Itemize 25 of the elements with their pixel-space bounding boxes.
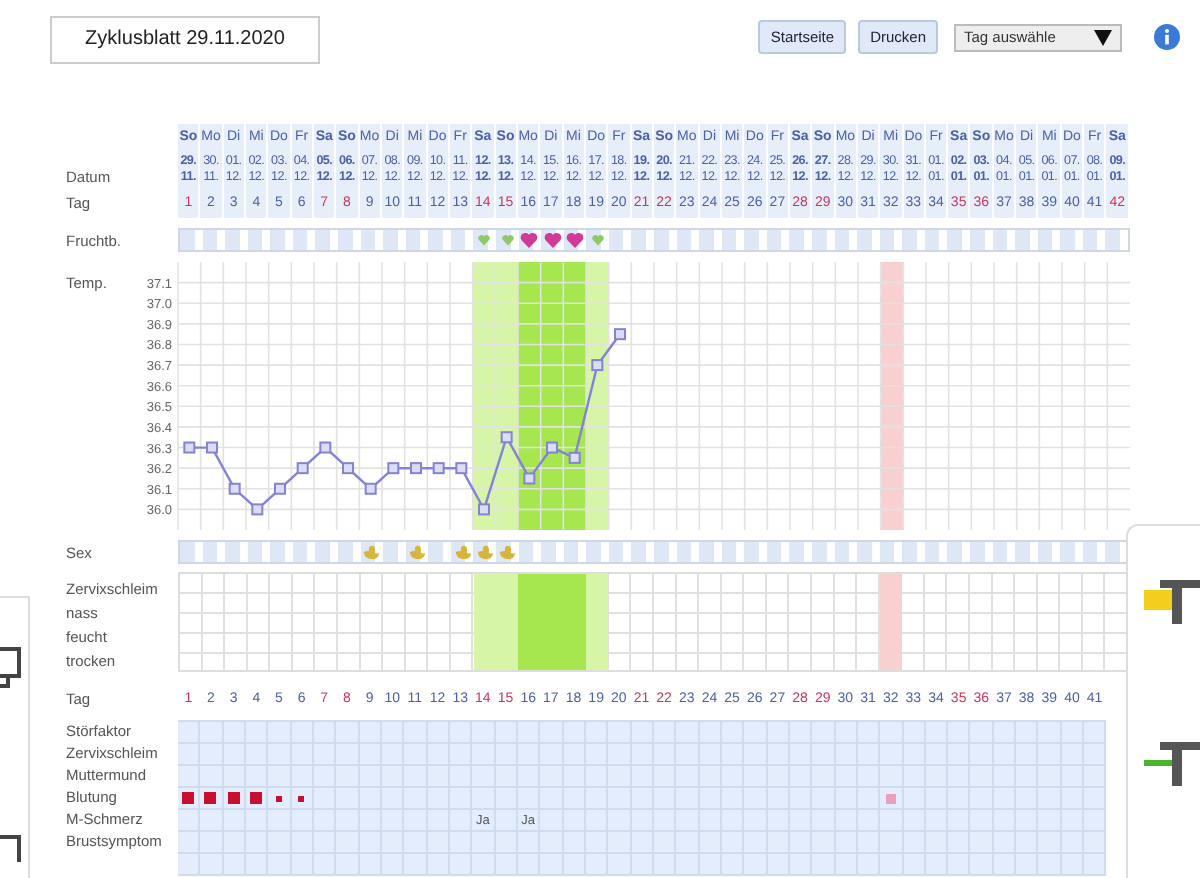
data-point: [251, 503, 264, 516]
flag-icon[interactable]: [1144, 580, 1200, 624]
data-point: [568, 451, 581, 464]
data-point: [455, 462, 468, 475]
data-point: [364, 482, 377, 495]
data-point: [410, 462, 422, 475]
data-point: [387, 462, 400, 475]
marker-icon[interactable]: [1144, 742, 1200, 786]
data-point: [296, 462, 309, 475]
data-point: [500, 431, 513, 444]
data-point: [614, 328, 626, 341]
data-point: [274, 482, 286, 495]
page-title: Zyklusblatt 29.11.2020: [50, 16, 320, 64]
data-point: [228, 482, 241, 495]
data-point: [546, 441, 558, 454]
data-point: [591, 359, 604, 372]
caret-icon: [1094, 29, 1112, 45]
data-point: [342, 462, 354, 475]
data-point: [206, 441, 218, 454]
data-point: [432, 462, 445, 475]
data-point: [319, 441, 332, 454]
info-icon[interactable]: [1154, 24, 1180, 50]
data-point: [523, 472, 536, 485]
data-point: [478, 503, 490, 516]
data-point: [183, 441, 196, 454]
